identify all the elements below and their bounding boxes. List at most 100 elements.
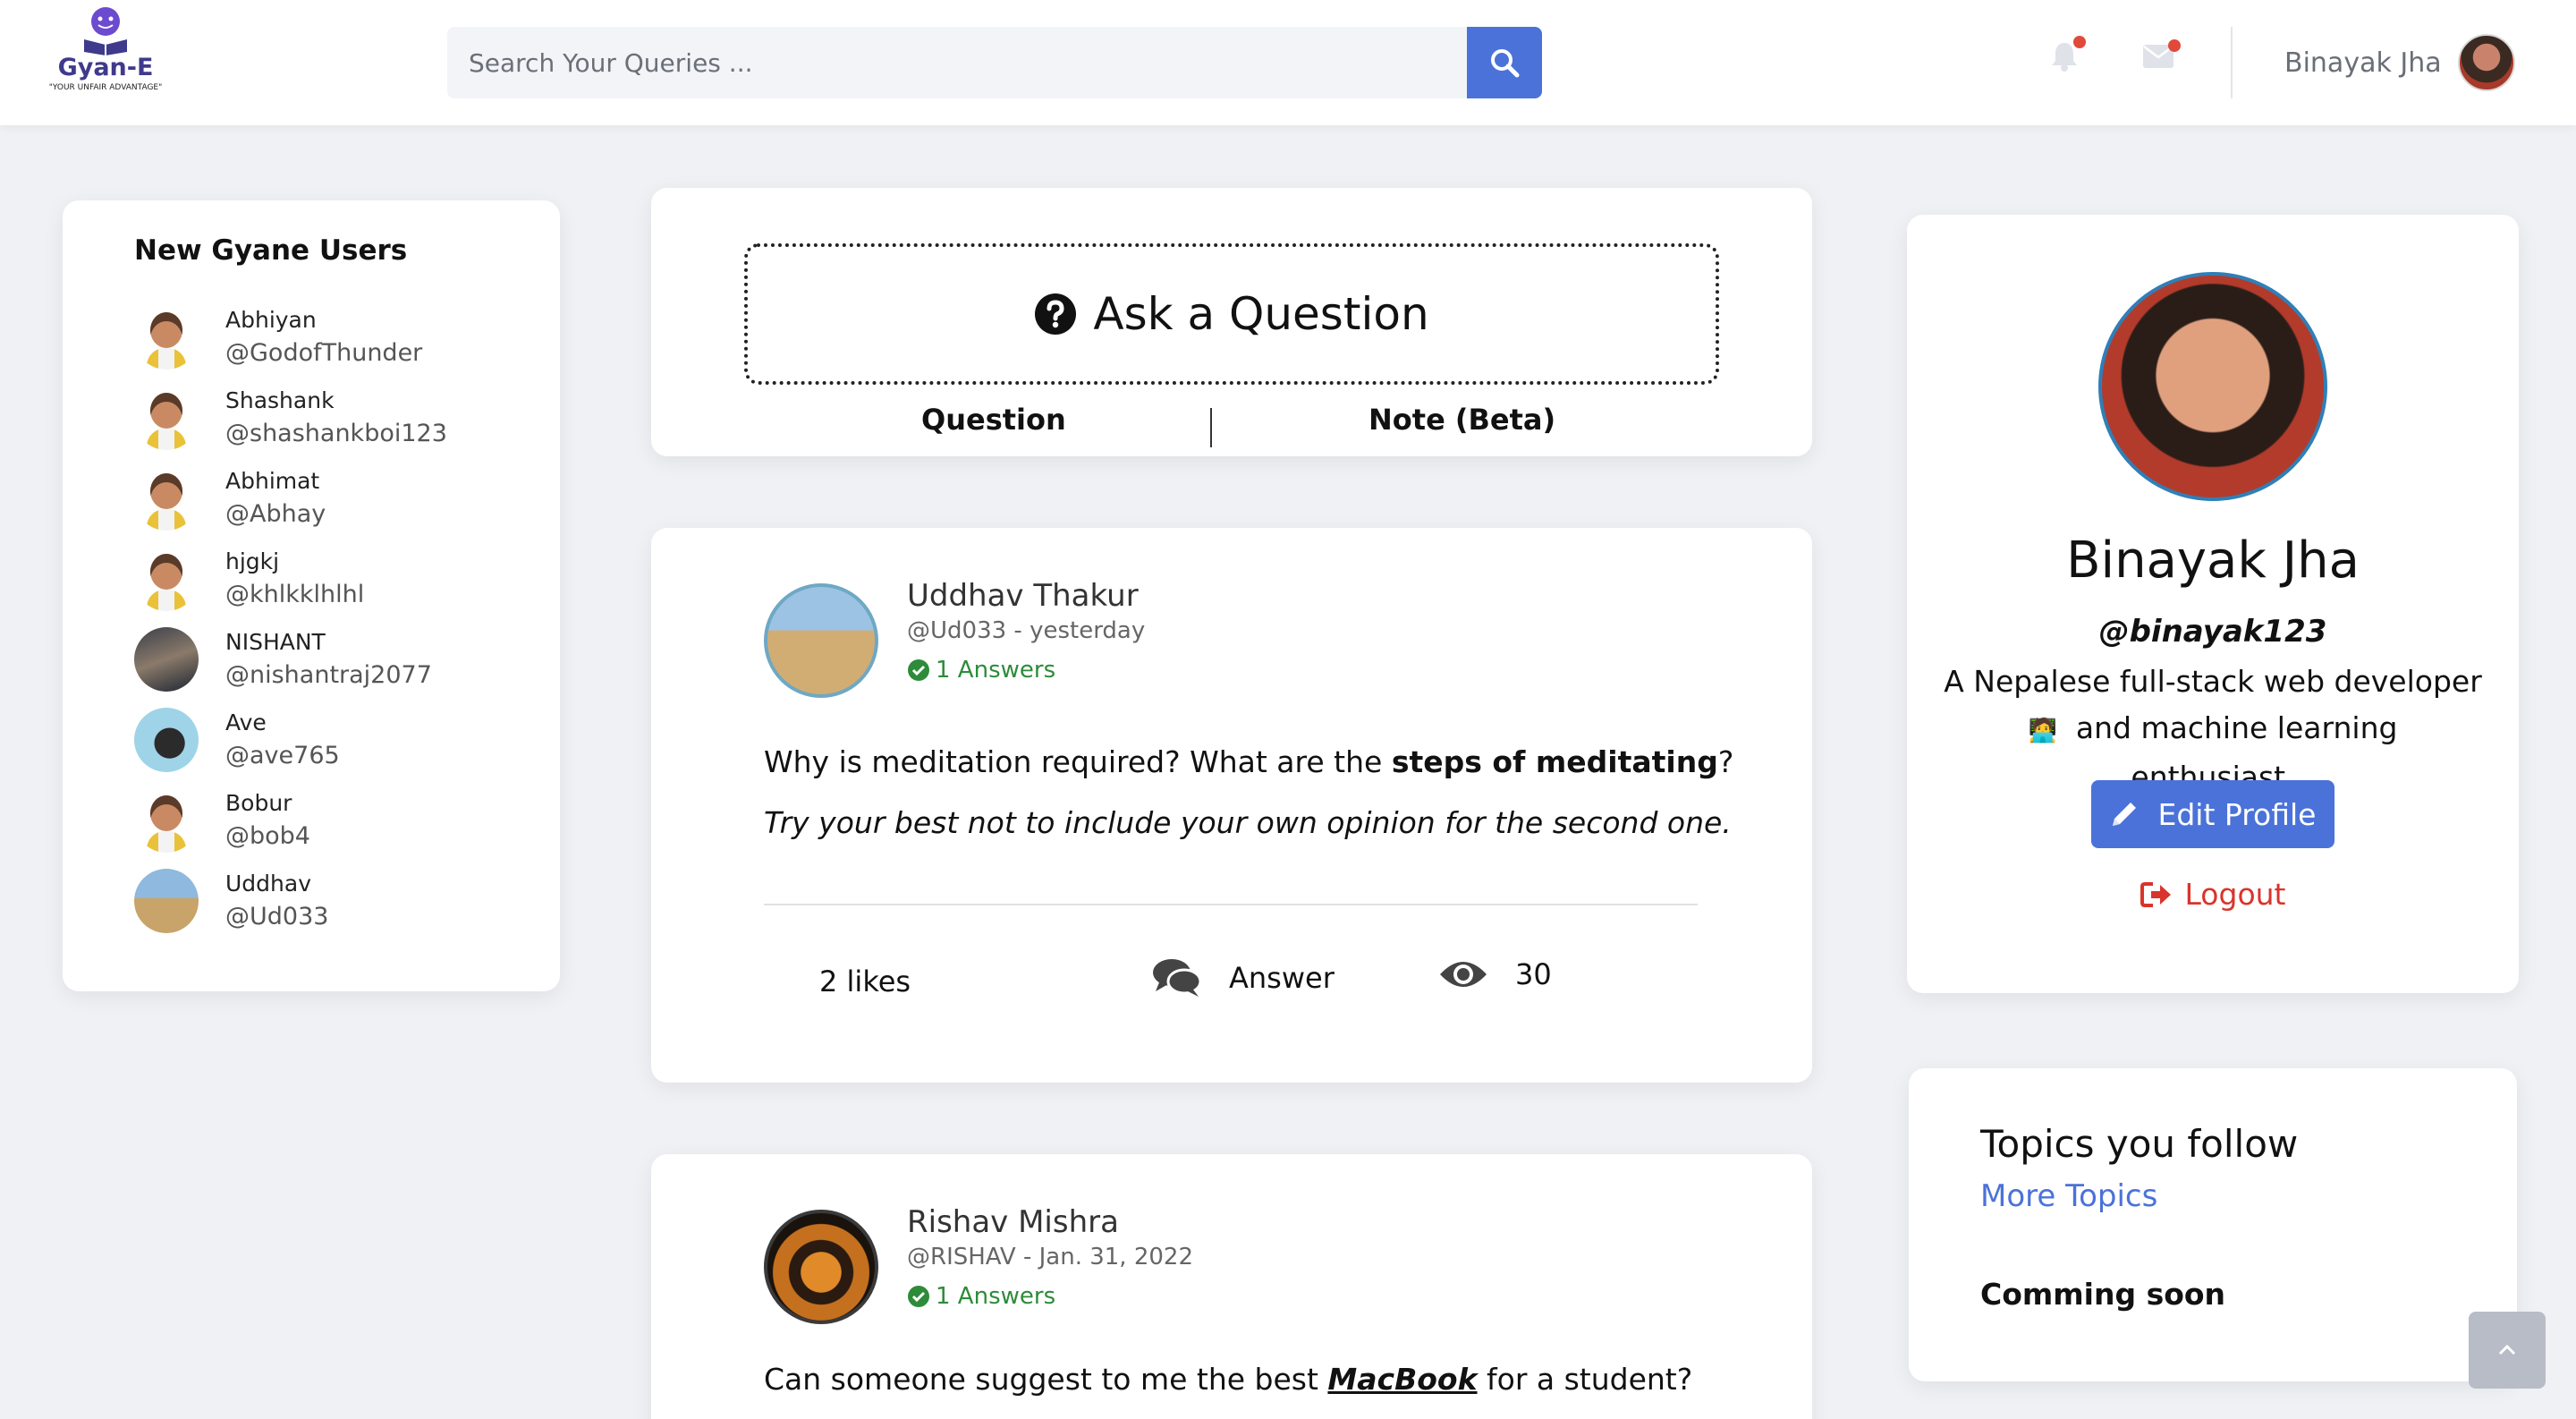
nav-user-menu[interactable]: Binayak Jha — [2284, 34, 2515, 91]
logout-icon — [2140, 881, 2171, 907]
view-count: 30 — [1438, 957, 1552, 991]
search-icon — [1491, 49, 1520, 78]
post-meta: @RISHAV - Jan. 31, 2022 — [907, 1244, 1193, 1270]
tab-note[interactable]: Note (Beta) — [1368, 403, 1555, 437]
nav-divider — [2231, 27, 2233, 98]
ask-question-button[interactable]: Ask a Question — [744, 243, 1719, 385]
question-text[interactable]: Why is meditation required? What are the… — [764, 744, 1733, 779]
logout-button[interactable]: Logout — [1907, 877, 2519, 912]
top-navbar: Gyan-E "YOUR UNFAIR ADVANTAGE" Binayak J… — [0, 0, 2576, 125]
question-actions: 2 likes Answer 30 — [651, 957, 1812, 1011]
avatar — [134, 547, 199, 611]
search-input[interactable] — [447, 27, 1467, 98]
user-list-item[interactable]: Abhiyan @GodofThunder — [134, 297, 560, 378]
message-dot — [2168, 39, 2181, 52]
user-handle: @nishantraj2077 — [225, 661, 432, 689]
ask-tabs: Question Note (Beta) — [651, 395, 1812, 449]
answer-button[interactable]: Answer — [1152, 957, 1335, 998]
user-name: Bobur — [225, 790, 292, 816]
logo-icon — [84, 7, 127, 55]
question-text-part: Why is meditation required? What are the — [764, 744, 1392, 779]
question-text-emphasis: MacBook — [1327, 1362, 1478, 1397]
user-handle: @shashankboi123 — [225, 420, 447, 447]
avatar — [134, 869, 199, 933]
user-list-item[interactable]: hjgkj @khlkklhlhl — [134, 539, 560, 619]
answer-count-label: 1 Answers — [936, 657, 1056, 684]
more-topics-link[interactable]: More Topics — [1980, 1178, 2157, 1214]
question-circle-icon — [1035, 293, 1077, 335]
topics-card: Topics you follow More Topics Comming so… — [1909, 1068, 2517, 1381]
topics-title: Topics you follow — [1980, 1122, 2299, 1166]
divider — [764, 904, 1698, 905]
pencil-icon — [2113, 803, 2137, 826]
author-name[interactable]: Rishav Mishra — [907, 1204, 1119, 1240]
brand-logo[interactable]: Gyan-E "YOUR UNFAIR ADVANTAGE" — [43, 5, 168, 113]
question-text-part: Can someone suggest to me the best — [764, 1362, 1328, 1397]
user-name: Ave — [225, 710, 267, 735]
user-handle: @ave765 — [225, 742, 340, 769]
profile-handle: @binayak123 — [2098, 614, 2327, 650]
user-handle: @Abhay — [225, 500, 326, 528]
avatar — [134, 466, 199, 531]
avatar — [134, 788, 199, 853]
question-text-part: for a student? — [1477, 1362, 1693, 1397]
author-avatar[interactable] — [764, 583, 878, 698]
search-bar — [447, 27, 1542, 98]
user-handle: @bob4 — [225, 822, 310, 850]
messages-button[interactable] — [2143, 39, 2181, 72]
scroll-to-top-button[interactable] — [2469, 1312, 2546, 1389]
user-handle: @khlkklhlhl — [225, 581, 365, 608]
user-handle: @GodofThunder — [225, 339, 423, 367]
search-button[interactable] — [1467, 27, 1542, 98]
new-users-card: New Gyane Users Abhiyan @GodofThunder Sh… — [63, 200, 560, 991]
question-text[interactable]: Can someone suggest to me the best MacBo… — [764, 1362, 1692, 1397]
profile-card: Binayak Jha @binayak123 A Nepalese full-… — [1907, 215, 2519, 993]
user-name: hjgkj — [225, 548, 280, 574]
eye-icon — [1440, 962, 1487, 987]
user-list-item[interactable]: Bobur @bob4 — [134, 780, 560, 861]
like-button[interactable]: 2 likes — [819, 964, 911, 998]
question-card: Rishav Mishra @RISHAV - Jan. 31, 2022 1 … — [651, 1154, 1812, 1419]
profile-avatar[interactable] — [2098, 272, 2327, 501]
question-subtext: Try your best not to include your own op… — [764, 805, 1732, 840]
user-list-item[interactable]: Ave @ave765 — [134, 700, 560, 780]
profile-bio-line: A Nepalese full-stack web developer — [1944, 664, 2482, 699]
answer-count: 1 Answers — [907, 657, 1055, 684]
ask-card: Ask a Question Question Note (Beta) — [651, 188, 1812, 456]
notifications-button[interactable] — [2050, 36, 2086, 75]
user-list-item[interactable]: Uddhav @Ud033 — [134, 861, 560, 941]
question-text-emphasis: steps of meditating — [1391, 744, 1718, 779]
check-circle-icon — [908, 659, 929, 681]
author-avatar[interactable] — [764, 1210, 878, 1324]
user-list-item[interactable]: NISHANT @nishantraj2077 — [134, 619, 560, 700]
profile-name: Binayak Jha — [2066, 531, 2360, 590]
answer-count: 1 Answers — [907, 1283, 1055, 1310]
nav-user-name: Binayak Jha — [2284, 47, 2442, 79]
brand-name: Gyan-E — [57, 54, 154, 81]
brand-tagline: "YOUR UNFAIR ADVANTAGE" — [48, 83, 163, 92]
topics-status: Comming soon — [1980, 1277, 2226, 1312]
user-name: Abhiyan — [225, 307, 317, 333]
user-name: Abhimat — [225, 468, 320, 494]
tab-question[interactable]: Question — [921, 403, 1066, 437]
edit-profile-button[interactable]: Edit Profile — [2091, 780, 2334, 848]
ask-question-label: Ask a Question — [1093, 288, 1429, 340]
avatar — [134, 627, 199, 692]
user-list-item[interactable]: Abhimat @Abhay — [134, 458, 560, 539]
user-name: NISHANT — [225, 629, 326, 655]
user-name: Shashank — [225, 387, 335, 413]
avatar — [134, 708, 199, 772]
nav-avatar — [2457, 34, 2515, 91]
author-name[interactable]: Uddhav Thakur — [907, 578, 1139, 614]
notification-dot — [2073, 36, 2086, 48]
answer-label: Answer — [1229, 961, 1335, 995]
avatar — [134, 305, 199, 370]
new-users-title: New Gyane Users — [134, 234, 408, 267]
question-text-part: ? — [1717, 744, 1734, 779]
post-meta: @Ud033 - yesterday — [907, 617, 1146, 644]
avatar — [134, 386, 199, 450]
view-count-value: 30 — [1515, 957, 1552, 991]
user-name: Uddhav — [225, 871, 311, 896]
user-list-item[interactable]: Shashank @shashankboi123 — [134, 378, 560, 458]
logout-label: Logout — [2184, 877, 2286, 912]
